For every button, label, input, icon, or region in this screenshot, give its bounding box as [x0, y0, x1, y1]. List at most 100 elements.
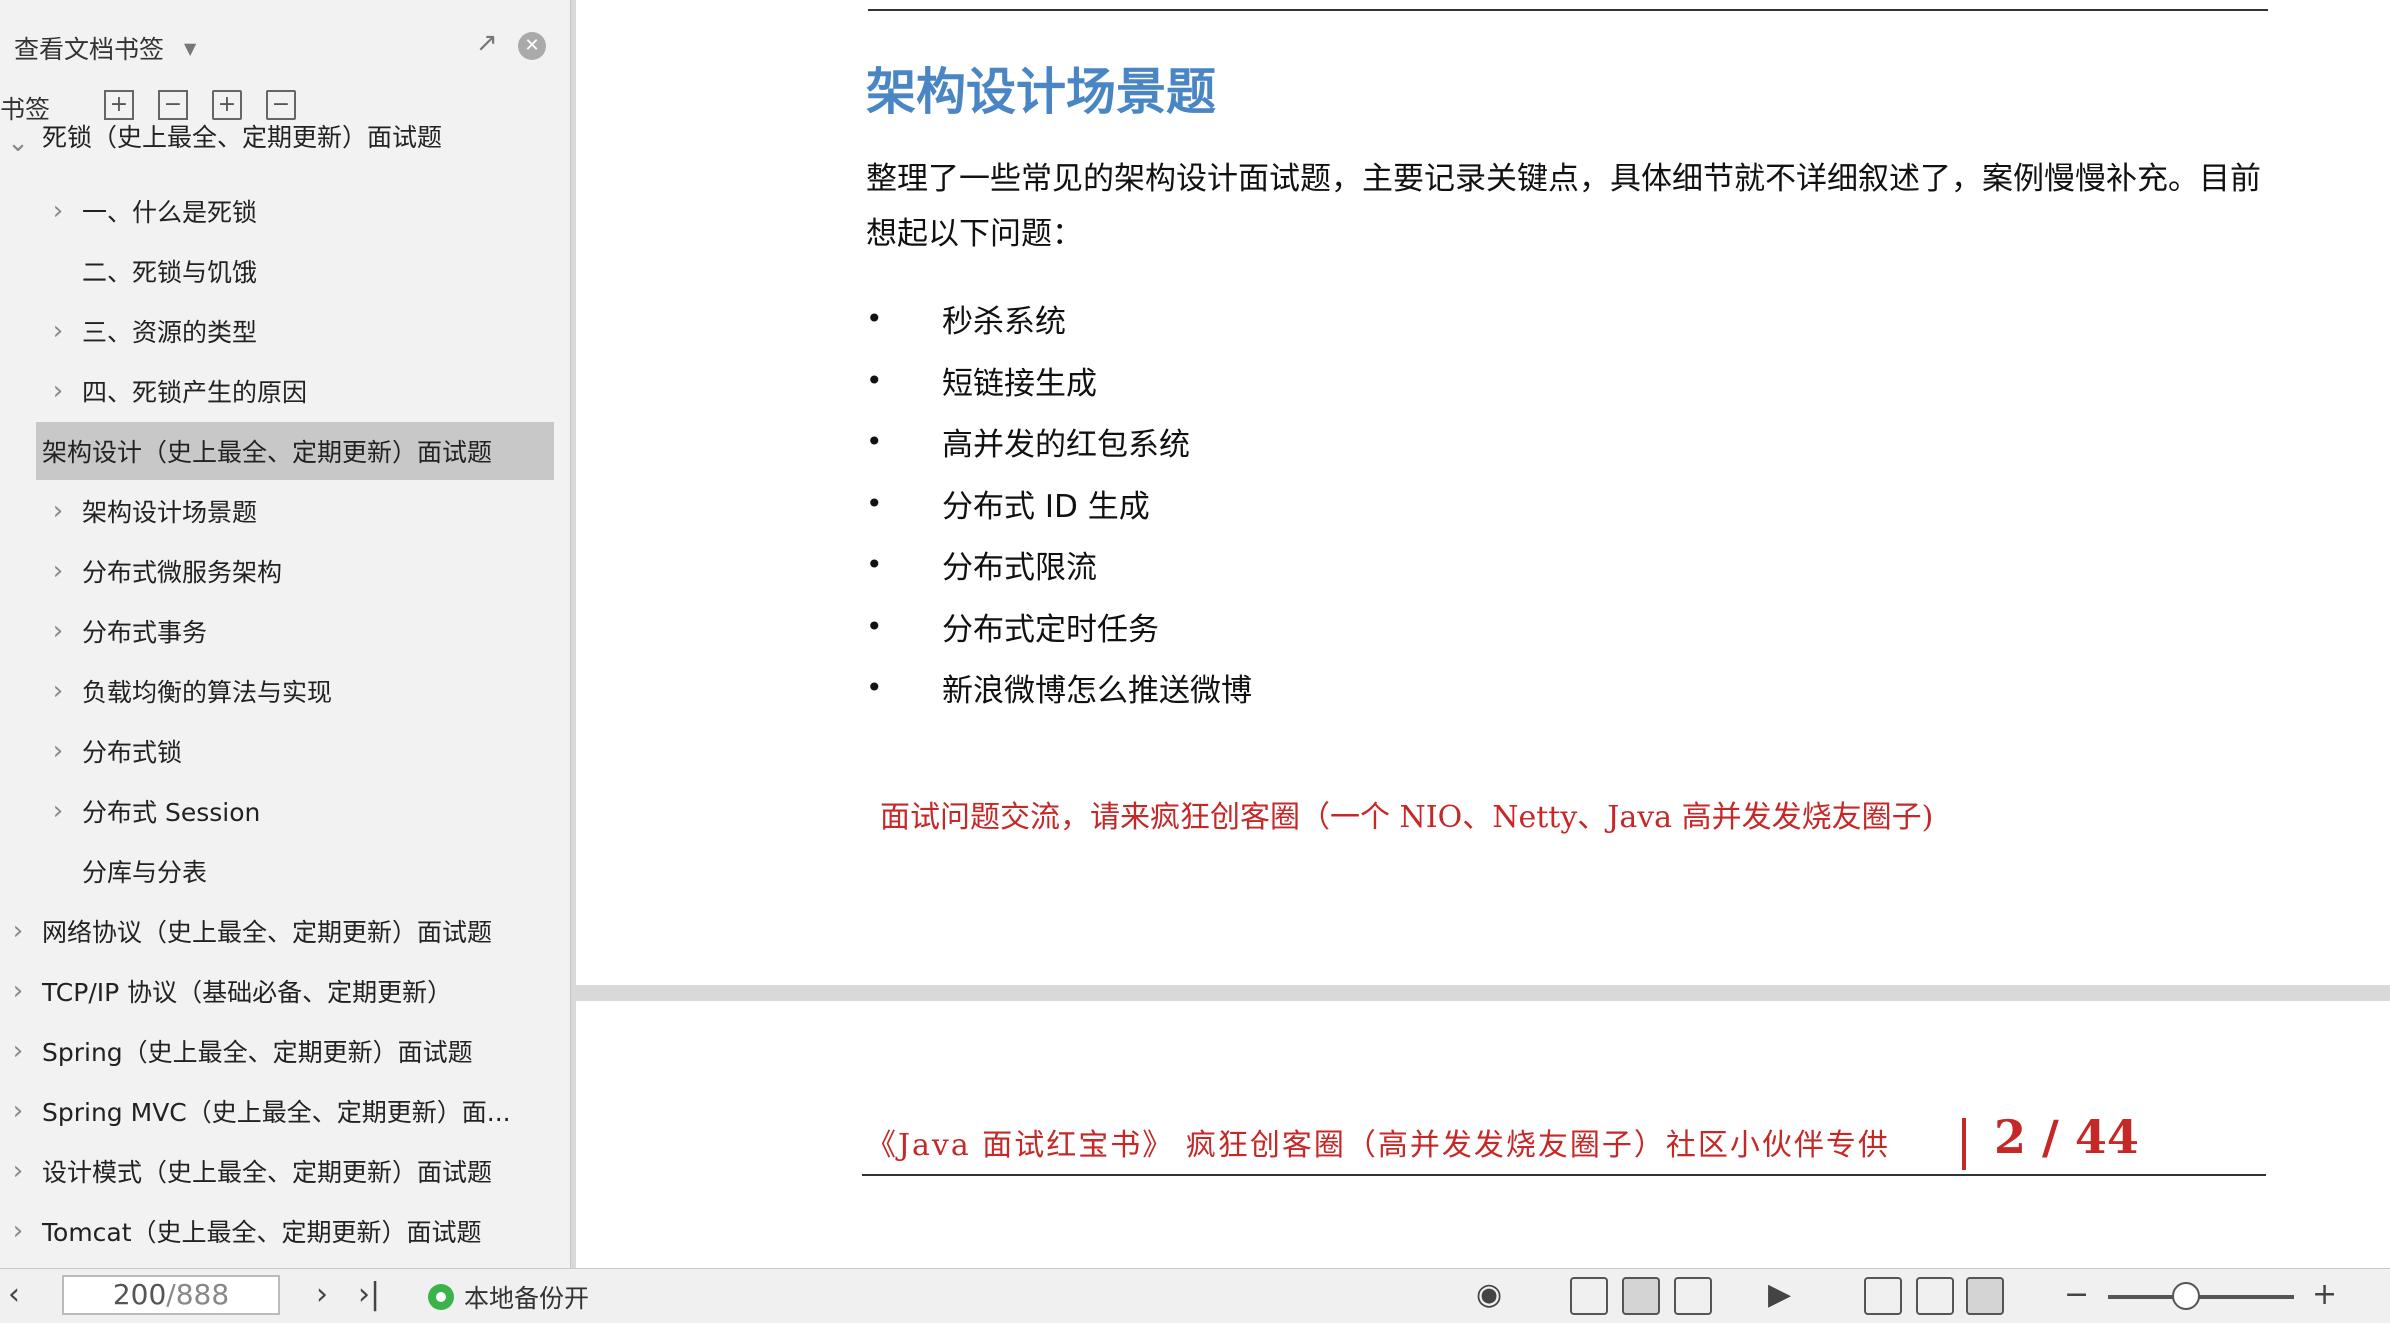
page-header-rule	[868, 9, 2268, 11]
chevron-right-icon[interactable]: ›	[46, 736, 70, 766]
bookmark-item[interactable]: › 分布式 Session	[0, 782, 556, 840]
actual-size-icon[interactable]	[1864, 1277, 1902, 1315]
list-item: • 短链接生成	[866, 350, 1252, 412]
list-item: • 新浪微博怎么推送微博	[866, 657, 1252, 719]
document-viewer[interactable]: 架构设计场景题 整理了一些常见的架构设计面试题，主要记录关键点，具体细节就不详细…	[572, 0, 2390, 1268]
chevron-right-icon[interactable]: ›	[46, 376, 70, 406]
collapse-all-icon[interactable]: −	[158, 90, 188, 120]
bookmark-item[interactable]: › 网络协议（史上最全、定期更新）面试题	[0, 902, 556, 960]
bookmark-item[interactable]: › 一、什么是死锁	[0, 182, 556, 240]
bookmark-item[interactable]: › 架构设计场景题	[0, 482, 556, 540]
bookmark-item[interactable]: › 分布式微服务架构	[0, 542, 556, 600]
list-item-text: 新浪微博怎么推送微博	[942, 673, 1252, 710]
list-item-text: 分布式限流	[942, 550, 1097, 587]
fit-width-icon[interactable]	[1966, 1277, 2004, 1315]
bookmark-item-label: 一、什么是死锁	[82, 198, 258, 227]
bookmark-item-label: 设计模式（史上最全、定期更新）面试题	[42, 1158, 493, 1187]
bullet-icon: •	[866, 609, 883, 643]
chevron-right-icon[interactable]: ›	[6, 1216, 30, 1246]
bookmark-item[interactable]: › 三、资源的类型	[0, 302, 556, 360]
play-icon[interactable]: ▶	[1768, 1277, 1791, 1313]
fit-page-icon[interactable]	[1916, 1277, 1954, 1315]
eye-care-icon[interactable]: ◉	[1476, 1277, 1502, 1313]
zoom-slider[interactable]	[2108, 1295, 2294, 1299]
bookmark-item[interactable]: › TCP/IP 协议（基础必备、定期更新）	[0, 962, 556, 1020]
intro-paragraph: 整理了一些常见的架构设计面试题，主要记录关键点，具体细节就不详细叙述了，案例慢慢…	[866, 161, 2261, 252]
chevron-right-icon[interactable]: ›	[6, 1096, 30, 1126]
bookmark-item[interactable]: › 分布式锁	[0, 722, 556, 780]
list-item-text: 秒杀系统	[942, 304, 1066, 341]
two-page-icon[interactable]	[1674, 1277, 1712, 1315]
bookmark-item-label: 分布式微服务架构	[82, 558, 283, 587]
bookmark-item-label: 分布式事务	[82, 618, 208, 647]
bookmark-item-label: 死锁（史上最全、定期更新）面试题	[42, 123, 443, 152]
bullet-icon: •	[866, 548, 883, 582]
bookmark-item-label: Spring MVC（史上最全、定期更新）面...	[42, 1098, 511, 1127]
bookmark-item-label: Tomcat（史上最全、定期更新）面试题	[42, 1218, 482, 1247]
backup-status-icon	[428, 1284, 454, 1310]
chevron-down-icon[interactable]: ⌄	[6, 128, 30, 158]
last-page-icon[interactable]: ›|	[358, 1277, 380, 1313]
bookmark-item[interactable]: 二、死锁与饥饿	[0, 242, 556, 300]
bookmark-item-label: TCP/IP 协议（基础必备、定期更新）	[42, 978, 453, 1007]
chevron-right-icon[interactable]: ›	[6, 1036, 30, 1066]
page-heading: 架构设计场景题	[866, 62, 1216, 121]
bookmark-item-label: 网络协议（史上最全、定期更新）面试题	[42, 918, 493, 947]
bookmark-item[interactable]: › 四、死锁产生的原因	[0, 362, 556, 420]
page-number-input[interactable]: 200/888	[62, 1275, 280, 1315]
bullet-icon: •	[866, 425, 883, 459]
chevron-right-icon[interactable]: ›	[46, 316, 70, 346]
next-page-icon[interactable]: ›	[316, 1277, 328, 1313]
bookmark-item[interactable]: 分库与分表	[0, 842, 556, 900]
bullet-icon: •	[866, 302, 883, 336]
chevron-right-icon[interactable]: ›	[6, 976, 30, 1006]
status-bar: ‹ 200/888 › ›| 本地备份开 ◉ ▶ − +	[0, 1268, 2390, 1323]
bookmark-item[interactable]: ⌄ 死锁（史上最全、定期更新）面试题	[0, 122, 556, 180]
current-page: 200	[112, 1278, 167, 1311]
bullet-icon: •	[866, 363, 883, 397]
bookmark-item[interactable]: › Spring（史上最全、定期更新）面试题	[0, 1022, 556, 1080]
chevron-right-icon[interactable]: ›	[46, 796, 70, 826]
bookmark-sidebar: 查看文档书签 ▼ ↗ ✕ 书签 + − + − ⌄ 死锁（史上最全、定期更新）面试…	[0, 0, 571, 1268]
bookmark-item[interactable]: › 负载均衡的算法与实现	[0, 662, 556, 720]
local-backup-toggle[interactable]: 本地备份开	[428, 1279, 589, 1315]
zoom-slider-handle[interactable]	[2172, 1282, 2201, 1310]
bookmark-item[interactable]: › Tomcat（史上最全、定期更新）面试题	[0, 1202, 556, 1260]
document-page: 架构设计场景题 整理了一些常见的架构设计面试题，主要记录关键点，具体细节就不详细…	[576, 0, 2390, 985]
bookmark-toolbar: + − + −	[104, 90, 296, 120]
bookmark-item[interactable]: › 分布式事务	[0, 602, 556, 660]
bullet-icon: •	[866, 671, 883, 705]
chevron-right-icon[interactable]: ›	[6, 916, 30, 946]
list-item: • 分布式 ID 生成	[866, 473, 1252, 535]
zoom-out-icon[interactable]: −	[2064, 1277, 2089, 1313]
add-bookmark-icon[interactable]: +	[212, 90, 242, 120]
chevron-right-icon[interactable]: ›	[6, 1156, 30, 1186]
expand-all-icon[interactable]: +	[104, 90, 134, 120]
bookmark-item-label: 分布式 Session	[82, 798, 261, 827]
chevron-right-icon[interactable]: ›	[46, 196, 70, 226]
bookmark-item[interactable]: › Spring MVC（史上最全、定期更新）面...	[0, 1082, 556, 1140]
prev-page-icon[interactable]: ‹	[8, 1277, 20, 1313]
bookmark-item-label: Spring（史上最全、定期更新）面试题	[42, 1038, 473, 1067]
single-page-icon[interactable]	[1622, 1277, 1660, 1315]
bookmark-item[interactable]: › 设计模式（史上最全、定期更新）面试题	[0, 1142, 556, 1200]
pop-out-icon[interactable]: ↗	[476, 28, 498, 58]
chevron-right-icon[interactable]: ›	[46, 556, 70, 586]
community-note: 面试问题交流，请来疯狂创客圈（一个 NIO、Netty、Java 高并发发烧友圈…	[880, 800, 1934, 835]
chevron-right-icon[interactable]: ›	[46, 496, 70, 526]
bookmark-item-label: 负载均衡的算法与实现	[82, 678, 333, 707]
backup-label: 本地备份开	[464, 1284, 590, 1313]
bullet-icon: •	[866, 486, 883, 520]
chevron-right-icon[interactable]: ›	[46, 676, 70, 706]
bookmark-item-label: 四、死锁产生的原因	[82, 378, 308, 407]
remove-bookmark-icon[interactable]: −	[266, 90, 296, 120]
chevron-right-icon[interactable]: ›	[46, 616, 70, 646]
list-item: • 秒杀系统	[866, 288, 1252, 350]
sidebar-title-dropdown[interactable]: 查看文档书签 ▼	[14, 30, 196, 66]
bookmark-item[interactable]: ⌄架构设计（史上最全、定期更新）面试题	[36, 422, 554, 480]
total-pages: /888	[166, 1278, 230, 1311]
continuous-page-icon[interactable]	[1570, 1277, 1608, 1315]
zoom-in-icon[interactable]: +	[2312, 1277, 2337, 1313]
close-icon[interactable]: ✕	[518, 32, 546, 60]
list-item-text: 分布式 ID 生成	[942, 488, 1150, 525]
